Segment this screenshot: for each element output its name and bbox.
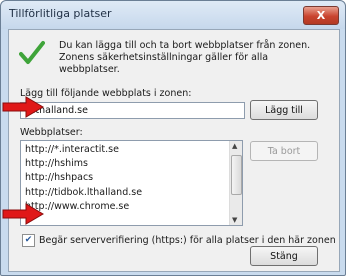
red-arrow-icon — [2, 96, 44, 118]
list-item[interactable]: http://hshpacs — [25, 171, 142, 185]
dialog-window: Tillförlitliga platser X Du kan lägga ti… — [0, 0, 346, 276]
scroll-up-icon[interactable]: ▲ — [232, 142, 237, 150]
https-verification-label: Begär serververifiering (https:) för all… — [39, 235, 336, 246]
window-close-button[interactable]: X — [303, 6, 339, 25]
list-item[interactable]: http://hshims — [25, 157, 142, 171]
site-input[interactable] — [20, 102, 245, 119]
sites-label: Webbplatser: — [20, 127, 83, 138]
scroll-down-icon[interactable]: ▼ — [232, 216, 237, 224]
close-button[interactable]: Stäng — [250, 246, 318, 266]
remove-button[interactable]: Ta bort — [250, 141, 318, 161]
checkbox-check-icon: ✔ — [24, 235, 33, 245]
intro-text: Du kan lägga till och ta bort webbplatse… — [59, 40, 311, 75]
list-scrollbar[interactable]: ▲ ▼ — [229, 141, 242, 225]
scroll-thumb[interactable] — [231, 155, 242, 195]
close-icon: X — [316, 9, 326, 22]
add-site-label: Lägg till följande webbplats i zonen: — [20, 88, 192, 99]
https-verification-checkbox[interactable]: ✔ — [22, 234, 35, 247]
dialog-body: Du kan lägga till och ta bort webbplatse… — [8, 29, 340, 272]
title-bar[interactable]: Tillförlitliga platser X — [1, 1, 345, 29]
list-item[interactable]: http://tidbok.lthalland.se — [25, 186, 142, 200]
sites-listbox[interactable]: http://*.interactit.se http://hshims htt… — [20, 140, 243, 226]
checkmark-icon — [19, 41, 45, 64]
add-button[interactable]: Lägg till — [250, 100, 318, 120]
window-title: Tillförlitliga platser — [9, 7, 112, 20]
list-item[interactable]: http://*.interactit.se — [25, 143, 142, 157]
red-arrow-icon — [2, 203, 44, 225]
